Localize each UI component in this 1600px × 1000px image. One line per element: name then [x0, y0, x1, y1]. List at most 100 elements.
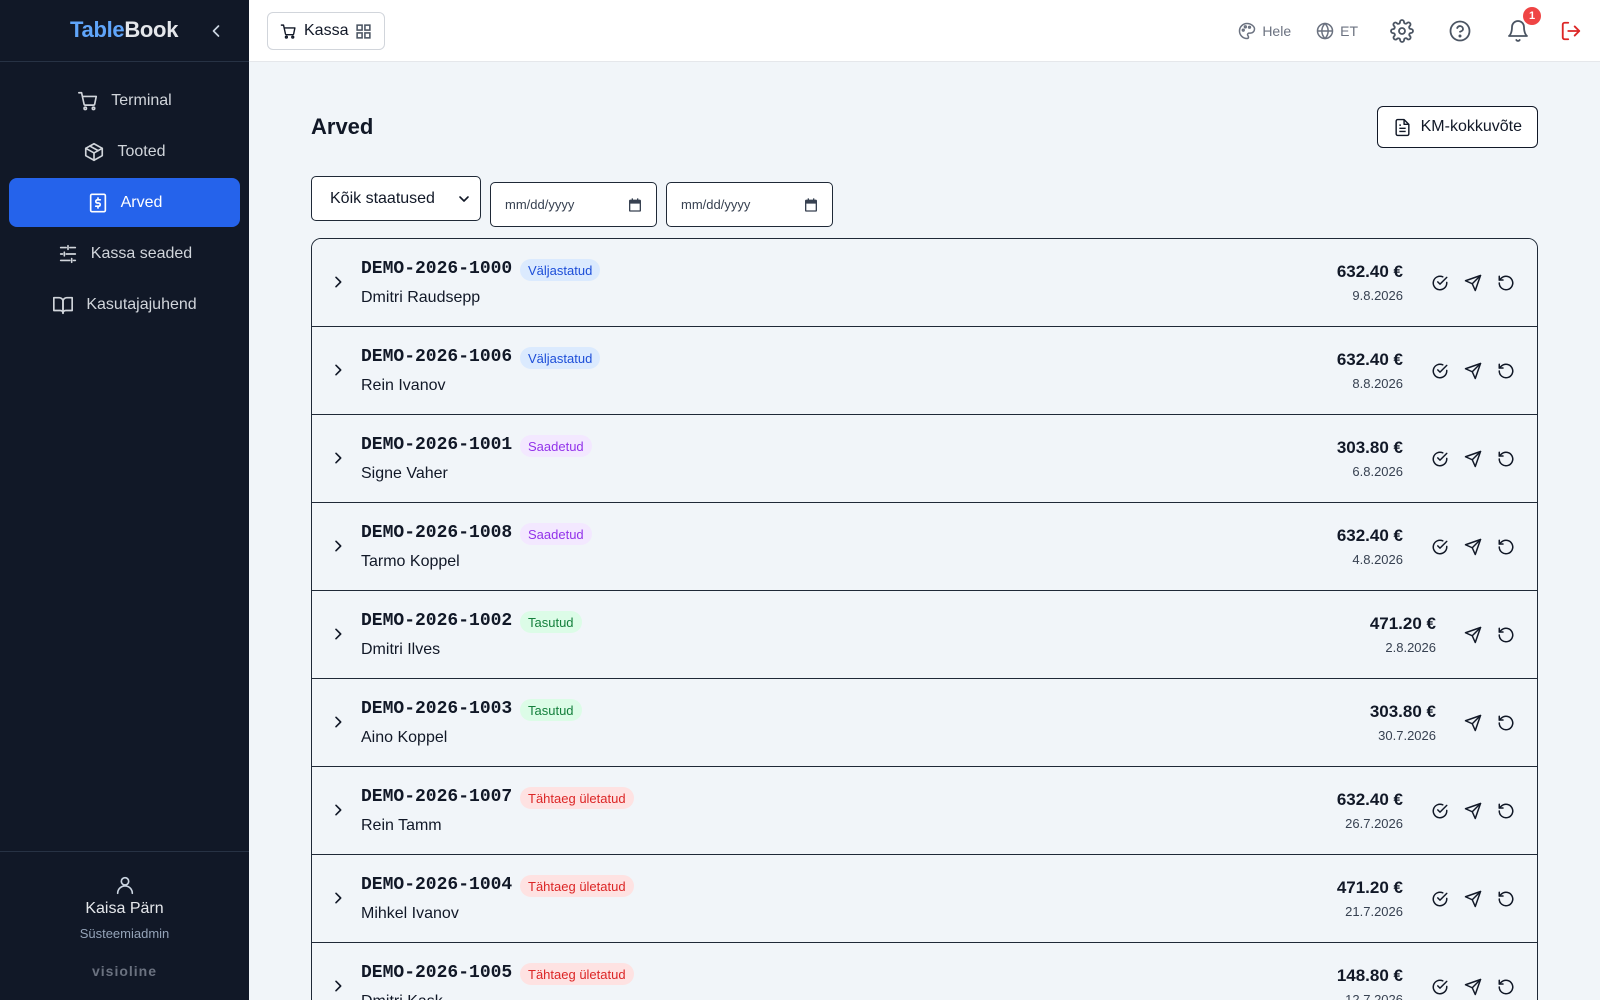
kassa-switch-button[interactable]: Kassa [267, 12, 386, 50]
amount-block: 632.40 € 8.8.2026 [1337, 350, 1403, 391]
customer-name: Rein Ivanov [361, 377, 446, 394]
send-icon[interactable] [1464, 274, 1482, 292]
topbar-actions: Hele ET 1 [1237, 0, 1582, 62]
logo-part-2: Book [124, 17, 179, 42]
date-to-input[interactable]: mm/dd/yyyy [666, 182, 833, 227]
sidebar-item-kasutajajuhend[interactable]: Kasutajajuhend [9, 280, 240, 329]
invoice-row[interactable]: DEMO-2026-1007 Tähtaeg ületatud Rein Tamm 6… [312, 767, 1537, 855]
chevron-right-icon[interactable] [330, 801, 346, 819]
invoice-number: DEMO-2026-1002 [361, 611, 513, 631]
send-icon[interactable] [1464, 626, 1482, 644]
mark-paid-icon[interactable] [1431, 538, 1449, 556]
km-button-label: KM-kokkuvõte [1420, 118, 1522, 135]
user-icon[interactable] [114, 874, 136, 896]
filters-bar: Kõik staatused mm/dd/yyyy mm/dd/yyyy [311, 176, 833, 227]
status-badge: Saadetud [520, 523, 592, 545]
mark-paid-icon[interactable] [1431, 362, 1449, 380]
chevron-right-icon[interactable] [330, 889, 346, 907]
customer-name: Dmitri Ilves [361, 641, 441, 658]
status-filter-select[interactable]: Kõik staatused [311, 176, 481, 221]
undo-icon[interactable] [1497, 978, 1515, 996]
status-filter-value: Kõik staatused [330, 189, 435, 207]
chevron-right-icon[interactable] [330, 977, 346, 995]
mark-paid-icon[interactable] [1431, 450, 1449, 468]
app-logo[interactable]: TableBook [70, 17, 178, 43]
invoice-date: 4.8.2026 [1352, 552, 1403, 567]
undo-icon[interactable] [1497, 538, 1515, 556]
send-icon[interactable] [1464, 978, 1482, 996]
settings-icon[interactable] [1390, 19, 1414, 43]
mark-paid-icon[interactable] [1431, 978, 1449, 996]
user-role: Süsteemiadmin [79, 926, 170, 941]
invoice-list: DEMO-2026-1000 Väljastatud Dmitri Raudsepp… [311, 238, 1538, 1000]
invoice-row[interactable]: DEMO-2026-1000 Väljastatud Dmitri Raudsepp… [312, 239, 1537, 327]
customer-name: Rein Tamm [361, 817, 442, 834]
amount-block: 303.80 € 30.7.2026 [1370, 702, 1436, 743]
km-summary-button[interactable]: KM-kokkuvõte [1376, 106, 1538, 148]
calendar-icon[interactable] [803, 197, 819, 213]
invoice-date: 8.8.2026 [1352, 376, 1403, 391]
chevron-right-icon[interactable] [330, 449, 346, 467]
undo-icon[interactable] [1497, 450, 1515, 468]
brand-header: TableBook [0, 0, 249, 62]
undo-icon[interactable] [1497, 714, 1515, 732]
mark-paid-icon[interactable] [1431, 890, 1449, 908]
send-icon[interactable] [1464, 450, 1482, 468]
language-switch[interactable]: ET [1315, 21, 1358, 41]
invoice-row[interactable]: DEMO-2026-1003 Tasutud Aino Koppel 303.80 €… [312, 679, 1537, 767]
amount-block: 148.80 € 12.7.2026 [1337, 966, 1403, 1000]
send-icon[interactable] [1464, 538, 1482, 556]
date-from-placeholder: mm/dd/yyyy [505, 197, 575, 212]
sidebar-item-kassa-seaded[interactable]: Kassa seaded [9, 229, 240, 278]
undo-icon[interactable] [1497, 802, 1515, 820]
amount-block: 632.40 € 9.8.2026 [1337, 262, 1403, 303]
invoice-amount: 471.20 € [1369, 614, 1436, 633]
invoice-row[interactable]: DEMO-2026-1001 Saadetud Signe Vaher 303.80 … [312, 415, 1537, 503]
mark-paid-icon[interactable] [1431, 802, 1449, 820]
invoice-amount: 148.80 € [1336, 966, 1403, 985]
chevron-right-icon[interactable] [330, 273, 346, 291]
chevron-right-icon[interactable] [330, 361, 346, 379]
sidebar-item-label: Tooted [117, 142, 166, 160]
mark-paid-icon[interactable] [1431, 274, 1449, 292]
send-icon[interactable] [1464, 890, 1482, 908]
invoice-amount: 632.40 € [1336, 526, 1403, 545]
sidebar-item-arved[interactable]: Arved [9, 178, 240, 227]
invoice-number: DEMO-2026-1008 [361, 523, 513, 543]
calendar-icon[interactable] [627, 197, 643, 213]
invoice-number: DEMO-2026-1007 [361, 787, 513, 807]
amount-block: 632.40 € 4.8.2026 [1337, 526, 1403, 567]
collapse-sidebar-icon[interactable] [206, 19, 226, 43]
sidebar: TableBook Terminal Tooted Arved Kassa se… [0, 0, 249, 1000]
invoice-row[interactable]: DEMO-2026-1005 Tähtaeg ületatud Dmitri Kas… [312, 943, 1537, 1000]
notifications-bell-icon[interactable]: 1 [1506, 7, 1541, 43]
invoice-row[interactable]: DEMO-2026-1002 Tasutud Dmitri Ilves 471.20 … [312, 591, 1537, 679]
sidebar-item-label: Arved [120, 193, 163, 211]
status-badge: Tähtaeg ületatud [520, 963, 634, 985]
invoice-row[interactable]: DEMO-2026-1008 Saadetud Tarmo Koppel 632.40… [312, 503, 1537, 591]
invoice-number: DEMO-2026-1004 [361, 875, 513, 895]
sidebar-item-tooted[interactable]: Tooted [9, 127, 240, 176]
send-icon[interactable] [1464, 802, 1482, 820]
send-icon[interactable] [1464, 714, 1482, 732]
logout-icon[interactable] [1560, 20, 1582, 42]
help-icon[interactable] [1448, 19, 1472, 43]
chevron-right-icon[interactable] [330, 713, 346, 731]
amount-block: 303.80 € 6.8.2026 [1337, 438, 1403, 479]
undo-icon[interactable] [1497, 626, 1515, 644]
chevron-right-icon[interactable] [330, 537, 346, 555]
undo-icon[interactable] [1497, 890, 1515, 908]
invoice-number: DEMO-2026-1001 [361, 435, 513, 455]
page-title: Arved [311, 114, 374, 139]
send-icon[interactable] [1464, 362, 1482, 380]
undo-icon[interactable] [1497, 274, 1515, 292]
sidebar-item-terminal[interactable]: Terminal [9, 76, 240, 125]
chevron-right-icon[interactable] [330, 625, 346, 643]
date-from-input[interactable]: mm/dd/yyyy [490, 182, 657, 227]
invoice-row[interactable]: DEMO-2026-1006 Väljastatud Rein Ivanov 632.… [312, 327, 1537, 415]
amount-block: 471.20 € 2.8.2026 [1370, 614, 1436, 655]
theme-toggle[interactable]: Hele [1237, 21, 1291, 41]
invoice-row[interactable]: DEMO-2026-1004 Tähtaeg ületatud Mihkel Iva… [312, 855, 1537, 943]
customer-name: Tarmo Koppel [361, 553, 460, 570]
undo-icon[interactable] [1497, 362, 1515, 380]
